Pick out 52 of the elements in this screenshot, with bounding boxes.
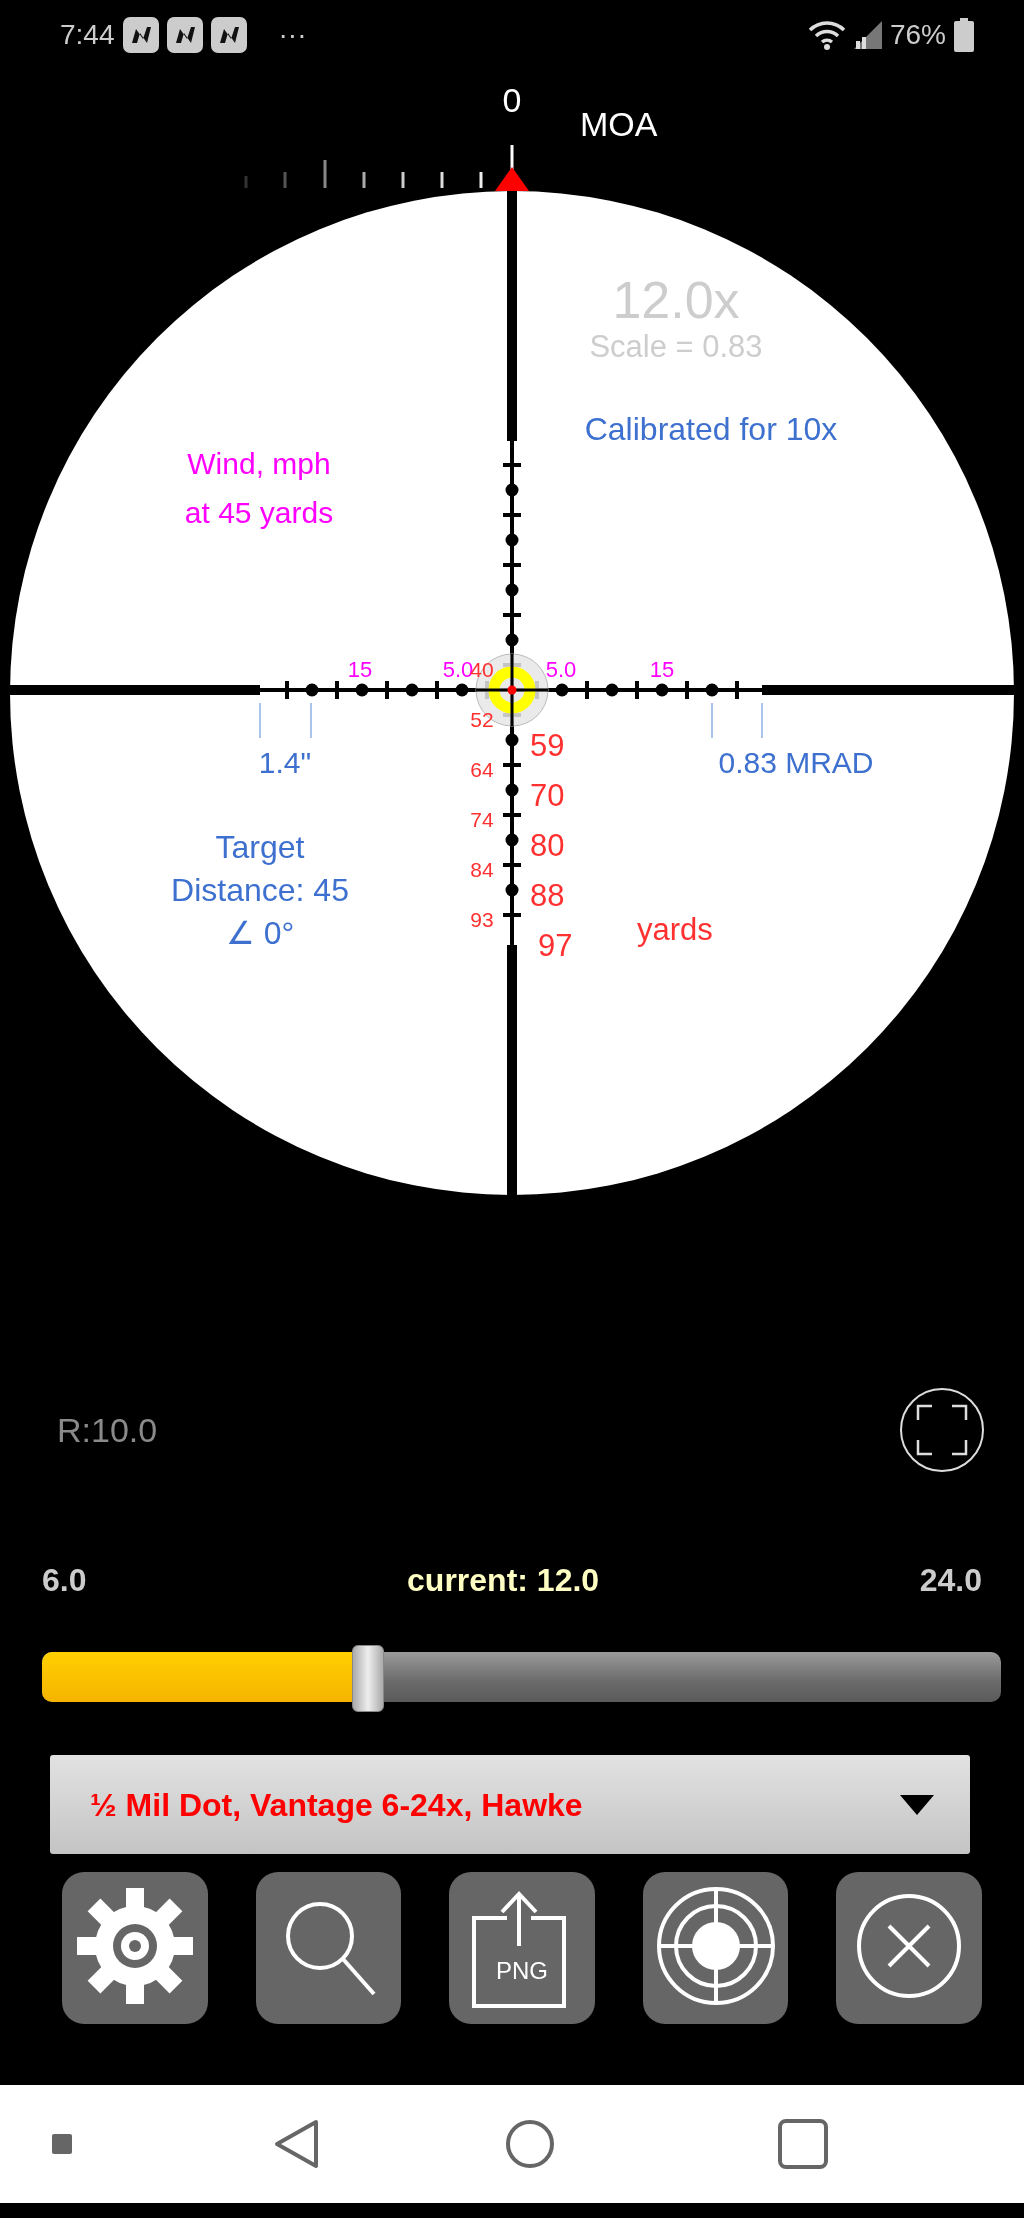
leader-line (711, 702, 713, 739)
recents-button[interactable] (778, 2119, 828, 2169)
subtension-label: 0.83 MRAD (718, 746, 874, 779)
slider-current-label: current: 12.0 (407, 1561, 600, 1600)
caret-icon (900, 1794, 934, 1815)
range-mark: 52 (470, 708, 494, 731)
slider-min-label: 6.0 (42, 1561, 87, 1600)
wifi-icon (807, 20, 846, 50)
leader-line (761, 702, 763, 739)
signal-icon (853, 21, 882, 49)
export-button[interactable]: PNG (449, 1872, 595, 2024)
clock-time: 7:44 (60, 18, 115, 52)
home-button[interactable] (505, 2119, 555, 2169)
subtension-label: 1.4" (258, 746, 312, 779)
scale-unit-label: MOA (580, 105, 658, 143)
range-mark: 59 (530, 728, 565, 763)
range-mark: 88 (530, 878, 565, 913)
pointer-icon (495, 167, 529, 191)
leader-line (259, 702, 261, 739)
wind-label: Wind, mph at 45 yards (184, 447, 334, 529)
search-button[interactable] (255, 1872, 402, 2024)
battery-percentage: 76% (889, 18, 946, 52)
range-mark: 74 (470, 808, 494, 831)
range-mark: 97 (538, 928, 573, 963)
fullscreen-button[interactable] (900, 1388, 984, 1472)
wind-mark: 15 (347, 657, 373, 682)
range-unit-label: yards (637, 912, 713, 947)
leader-line (310, 702, 312, 739)
wind-mark: 15 (649, 657, 675, 682)
battery-icon (954, 18, 974, 52)
range-mark: 84 (470, 858, 494, 881)
fullscreen-icon (916, 1404, 968, 1456)
calibration-label: Calibrated for 10x (584, 411, 838, 447)
range-mark: 80 (530, 828, 565, 863)
target-distance-label: Target Distance: 45 ∠ 0° (171, 829, 349, 951)
notification-icon (166, 17, 203, 53)
slider-thumb[interactable] (352, 1645, 385, 1712)
notification-icon (122, 17, 159, 53)
notification-icon (210, 17, 247, 53)
more-indicator: ··· (278, 18, 307, 52)
zoom-readout: R:10.0 (57, 1409, 158, 1451)
settings-button[interactable] (62, 1872, 208, 2024)
wind-mark: 5.0 (545, 657, 577, 682)
range-mark: 93 (470, 908, 494, 931)
slider-track[interactable] (42, 1652, 1001, 1702)
close-button[interactable] (836, 1872, 982, 2024)
scale-zero-label: 0 (502, 81, 522, 119)
range-mark: 64 (470, 758, 494, 781)
target-button[interactable] (642, 1872, 789, 2024)
back-button[interactable] (272, 2119, 320, 2169)
slider-max-label: 24.0 (919, 1561, 982, 1600)
range-mark: 70 (530, 778, 565, 813)
